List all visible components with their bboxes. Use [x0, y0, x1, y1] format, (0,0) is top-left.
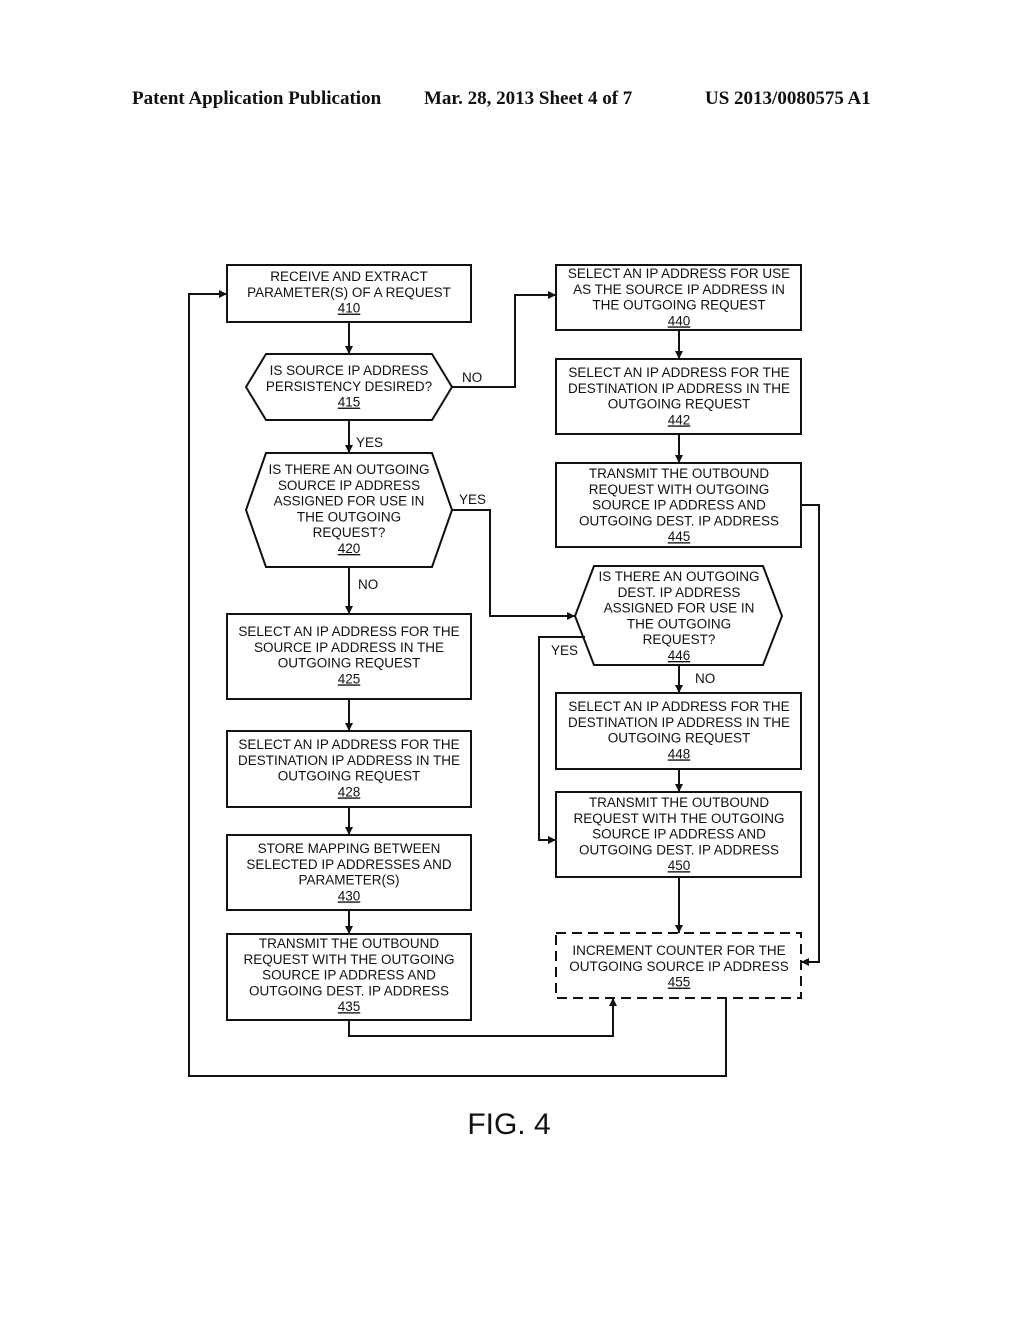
node-text-line: SELECT AN IP ADDRESS FOR THE — [238, 737, 459, 752]
node-text-line: SOURCE IP ADDRESS AND — [592, 498, 766, 513]
node-text-line: SELECT AN IP ADDRESS FOR THE — [568, 699, 789, 714]
node-text-line: DESTINATION IP ADDRESS IN THE — [568, 381, 790, 396]
node-text-line: RECEIVE AND EXTRACT — [270, 269, 428, 284]
node-text-line: REQUEST WITH THE OUTGOING — [573, 811, 784, 826]
node-text-line: AS THE SOURCE IP ADDRESS IN — [573, 282, 785, 297]
node-445-text: TRANSMIT THE OUTBOUND REQUEST WITH OUTGOI… — [579, 466, 779, 544]
node-text-line: SOURCE IP ADDRESS IN THE — [254, 640, 444, 655]
node-415-text: IS SOURCE IP ADDRESS PERSISTENCY DESIRED?… — [266, 363, 432, 410]
node-455-text: INCREMENT COUNTER FOR THE OUTGOING SOURCE… — [569, 943, 789, 990]
node-text-line: IS THERE AN OUTGOING — [598, 569, 759, 584]
node-ref-number: 435 — [338, 999, 361, 1014]
node-text-line: PARAMETER(S) — [298, 873, 399, 888]
node-text-line: SELECT AN IP ADDRESS FOR USE — [568, 266, 790, 281]
node-text-line: DEST. IP ADDRESS — [618, 585, 741, 600]
node-430-text: STORE MAPPING BETWEEN SELECTED IP ADDRESS… — [246, 841, 452, 903]
node-ref-number: 430 — [338, 888, 361, 903]
node-text-line: THE OUTGOING REQUEST — [592, 298, 765, 313]
edge-435-455 — [348, 998, 617, 1037]
node-ref-number: 420 — [338, 541, 361, 556]
node-text-line: SELECTED IP ADDRESSES AND — [246, 857, 452, 872]
node-440-text: SELECT AN IP ADDRESS FOR USE AS THE SOURC… — [568, 266, 790, 328]
node-text-line: OUTGOING REQUEST — [608, 397, 751, 412]
node-text-line: SOURCE IP ADDRESS AND — [262, 968, 436, 983]
node-text-line: IS THERE AN OUTGOING — [268, 462, 429, 477]
node-text-line: THE OUTGOING — [627, 616, 731, 631]
node-text-line: TRANSMIT THE OUTBOUND — [259, 936, 440, 951]
node-448-text: SELECT AN IP ADDRESS FOR THE DESTINATION … — [568, 699, 790, 761]
node-ref-number: 455 — [668, 975, 691, 990]
node-446-text: IS THERE AN OUTGOING DEST. IP ADDRESS ASSI… — [598, 569, 759, 663]
node-ref-number: 428 — [338, 784, 361, 799]
node-text-line: OUTGOING REQUEST — [278, 769, 421, 784]
node-text-line: OUTGOING REQUEST — [608, 731, 751, 746]
node-text-line: REQUEST? — [313, 525, 386, 540]
node-text-line: DESTINATION IP ADDRESS IN THE — [568, 715, 790, 730]
node-text-line: TRANSMIT THE OUTBOUND — [589, 795, 770, 810]
node-text-line: SELECT AN IP ADDRESS FOR THE — [238, 624, 459, 639]
node-text-line: PERSISTENCY DESIRED? — [266, 379, 432, 394]
node-425-text: SELECT AN IP ADDRESS FOR THE SOURCE IP AD… — [238, 624, 459, 686]
node-text-line: OUTGOING REQUEST — [278, 656, 421, 671]
node-text-line: OUTGOING SOURCE IP ADDRESS — [569, 959, 789, 974]
node-ref-number: 410 — [338, 301, 361, 316]
edge-label-446-yes: YES — [551, 643, 578, 658]
node-text-line: ASSIGNED FOR USE IN — [274, 494, 425, 509]
node-ref-number: 425 — [338, 671, 361, 686]
edge-label-415-yes: YES — [356, 435, 383, 450]
node-text-line: OUTGOING DEST. IP ADDRESS — [249, 983, 449, 998]
node-text-line: INCREMENT COUNTER FOR THE — [572, 943, 785, 958]
node-435-text: TRANSMIT THE OUTBOUND REQUEST WITH THE OU… — [243, 936, 454, 1014]
node-text-line: SELECT AN IP ADDRESS FOR THE — [568, 365, 789, 380]
node-ref-number: 440 — [668, 313, 691, 328]
node-ref-number: 450 — [668, 858, 691, 873]
node-442-text: SELECT AN IP ADDRESS FOR THE DESTINATION … — [568, 365, 790, 427]
edge-446-450 — [538, 636, 585, 844]
node-ref-number: 445 — [668, 529, 691, 544]
node-450-text: TRANSMIT THE OUTBOUND REQUEST WITH THE OU… — [573, 795, 784, 873]
node-text-line: REQUEST WITH OUTGOING — [589, 482, 770, 497]
node-text-line: DESTINATION IP ADDRESS IN THE — [238, 753, 460, 768]
node-text-line: TRANSMIT THE OUTBOUND — [589, 466, 770, 481]
node-ref-number: 415 — [338, 395, 361, 410]
node-text-line: OUTGOING DEST. IP ADDRESS — [579, 842, 779, 857]
node-text-line: SOURCE IP ADDRESS AND — [592, 827, 766, 842]
figure-label: FIG. 4 — [467, 1108, 550, 1141]
node-text-line: PARAMETER(S) OF A REQUEST — [247, 285, 451, 300]
flowchart: NO YES YES NO YES NO FIG. 4 RECEIVE AND … — [188, 264, 820, 1141]
node-text-line: IS SOURCE IP ADDRESS — [270, 363, 429, 378]
node-428-text: SELECT AN IP ADDRESS FOR THE DESTINATION … — [238, 737, 460, 799]
node-text-line: REQUEST WITH THE OUTGOING — [243, 952, 454, 967]
node-text-line: THE OUTGOING — [297, 509, 401, 524]
edge-label-415-no: NO — [462, 370, 482, 385]
node-410-text: RECEIVE AND EXTRACT PARAMETER(S) OF A REQ… — [247, 269, 451, 316]
node-text-line: ASSIGNED FOR USE IN — [604, 601, 755, 616]
node-ref-number: 448 — [668, 746, 691, 761]
node-text-line: OUTGOING DEST. IP ADDRESS — [579, 513, 779, 528]
node-text-line: STORE MAPPING BETWEEN — [258, 841, 441, 856]
node-text-line: REQUEST? — [643, 632, 716, 647]
edge-445-455 — [801, 504, 820, 966]
edge-label-420-yes: YES — [459, 492, 486, 507]
node-ref-number: 446 — [668, 648, 691, 663]
edge-label-446-no: NO — [695, 671, 715, 686]
node-420-text: IS THERE AN OUTGOING SOURCE IP ADDRESS ASS… — [268, 462, 429, 556]
node-text-line: SOURCE IP ADDRESS — [278, 478, 420, 493]
node-ref-number: 442 — [668, 412, 691, 427]
edge-label-420-no: NO — [358, 577, 378, 592]
